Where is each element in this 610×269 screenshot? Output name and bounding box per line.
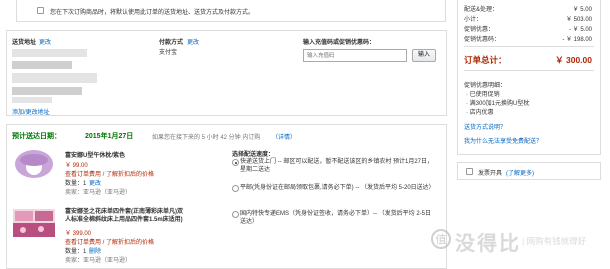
item-seller: 卖家：亚马逊（亚马逊） <box>65 190 132 196</box>
delivery-panel: 预计送达日期： 2015年1月27日 如果您在接下来的 5 小时 42 分钟 内… <box>6 124 447 269</box>
order-total-value: ￥ 300.00 <box>555 55 592 65</box>
top-option-bar: 您在下次订购商品时，将默认使用此订单的送货地址、送货方式及付款方式。 <box>16 0 446 22</box>
summary-value: - ￥ 5.00 <box>568 27 592 33</box>
delivery-title: 预计送达日期： <box>12 133 61 140</box>
free-shipping-link[interactable]: 我为什么无法享受免费配送？ <box>464 136 542 145</box>
payment-change-link[interactable]: 更改 <box>187 37 199 46</box>
shipping-option-radio[interactable] <box>232 159 239 166</box>
address-title: 送货地址 <box>12 40 37 46</box>
item-quantity: 数量：1 <box>65 249 87 255</box>
address-redacted <box>12 87 82 95</box>
promo-code-input[interactable] <box>303 49 407 62</box>
summary-label: 小计： <box>464 17 483 23</box>
address-redacted <box>12 97 52 103</box>
product-image-u-pillow <box>15 150 53 178</box>
invoice-learn-more-link[interactable]: (了解更多) <box>506 168 534 177</box>
address-redacted <box>12 49 87 57</box>
shipping-option-label[interactable]: 国内特快专递EMS（凭身份证签收，请务必下单）-- （发货后平均 2-5日送达） <box>240 210 435 226</box>
summary-value: ￥ 503.00 <box>565 17 592 23</box>
promo-details-title: 促销优惠明细： <box>464 83 507 89</box>
watermark-subtext: | 网购有钱就得好 <box>522 236 587 246</box>
order-total-label: 订单总计： <box>464 55 507 65</box>
shipping-option-label[interactable]: 快递送货上门 -- 邮区可以配送，暂不配送该区的乡镇农村 预计1月27日，星期二… <box>240 158 435 174</box>
invoice-checkbox[interactable] <box>466 168 473 175</box>
item-price: ￥ 399.00 <box>65 231 92 237</box>
item-fee-note[interactable]: 查看订单费用 / 了解折扣后的价格 <box>65 237 154 246</box>
shipping-option-radio[interactable] <box>232 185 239 192</box>
shipping-speed-title: 选择配送速度： <box>232 152 275 158</box>
summary-row: 促销优惠码： - ￥ 198.00 <box>458 34 600 44</box>
address-change-link[interactable]: 更改 <box>39 37 51 46</box>
item-name[interactable]: 富安娜圣之花床单四件套(正南薄彩床单凡)双人标准全棉斜纹床上用品四件套1.5m床… <box>65 208 185 224</box>
product-image-bedding-set <box>13 209 55 237</box>
item-seller: 卖家：亚马逊（亚马逊） <box>65 258 132 264</box>
shipping-info-link[interactable]: 送货方式说明？ <box>464 122 506 131</box>
address-redacted <box>12 73 97 83</box>
item-name[interactable]: 富安娜U型午休枕/紫色 <box>65 150 125 159</box>
address-redacted <box>12 61 72 69</box>
item-price: ￥ 99.00 <box>65 163 88 169</box>
item-fee-note[interactable]: 查看订单费用 / 了解折扣后的价格 <box>65 169 154 178</box>
default-settings-label: 您在下次订购商品时，将默认使用此订单的送货地址、送货方式及付款方式。 <box>50 10 255 16</box>
promo-apply-button[interactable]: 输入 <box>412 49 436 62</box>
delivery-countdown: 如果您在接下来的 5 小时 42 分钟 内订购 <box>152 135 261 141</box>
shipping-option-radio[interactable] <box>232 211 239 218</box>
default-settings-checkbox[interactable] <box>37 7 44 14</box>
delivery-date: 2015年1月27日 <box>85 133 134 140</box>
promo-title: 输入充值码或促销优惠码： <box>303 40 376 46</box>
item-quantity: 数量：1 <box>65 181 87 187</box>
item-quantity-change-link[interactable]: 更改 <box>89 178 101 187</box>
shipping-option-label[interactable]: 平邮(凭身份证在邮局领取包裹,请务必下单) -- （发货后平均 5-20日送达） <box>240 184 435 192</box>
delivery-detail-link[interactable]: （详情） <box>272 132 296 141</box>
summary-row: 配送&处理： ￥ 5.00 <box>458 4 600 14</box>
invoice-panel: 发票开具 (了解更多) <box>457 162 601 180</box>
invoice-label: 发票开具 <box>478 171 503 177</box>
summary-value: ￥ 5.00 <box>572 7 592 13</box>
order-summary-panel: 配送&处理： ￥ 5.00 小计： ￥ 503.00 促销优惠： - ￥ 5.0… <box>457 0 601 155</box>
watermark: 值 没得比 | 网购有钱就得好 <box>430 222 608 266</box>
promo-detail-line: · 店内优惠 <box>466 110 494 116</box>
watermark-text: 没得比 <box>455 233 521 255</box>
payment-title: 付款方式 <box>159 40 184 46</box>
promo-detail-line: · 已使用促销 <box>466 92 500 98</box>
summary-value: - ￥ 198.00 <box>562 37 592 43</box>
checkout-details-panel: 送货地址 更改 添加/更改地址 付款方式 更改 支付宝 输入充值码或促销优惠码：… <box>6 30 447 116</box>
summary-divider <box>464 46 594 47</box>
item-quantity-change-link[interactable]: 删除 <box>89 246 101 255</box>
summary-row: 小计： ￥ 503.00 <box>458 14 600 24</box>
watermark-logo-icon: 值 <box>431 229 451 249</box>
summary-row: 促销优惠： - ￥ 5.00 <box>458 24 600 34</box>
svg-text:值: 值 <box>436 233 447 246</box>
address-add-link[interactable]: 添加/更改地址 <box>12 107 50 116</box>
summary-label: 促销优惠码： <box>464 37 501 43</box>
summary-divider <box>464 70 594 71</box>
summary-label: 配送&处理： <box>464 7 499 13</box>
summary-label: 促销优惠： <box>464 27 495 33</box>
promo-detail-line: · 满300加1元换购U型枕 <box>466 101 530 107</box>
payment-method-value: 支付宝 <box>159 50 178 56</box>
